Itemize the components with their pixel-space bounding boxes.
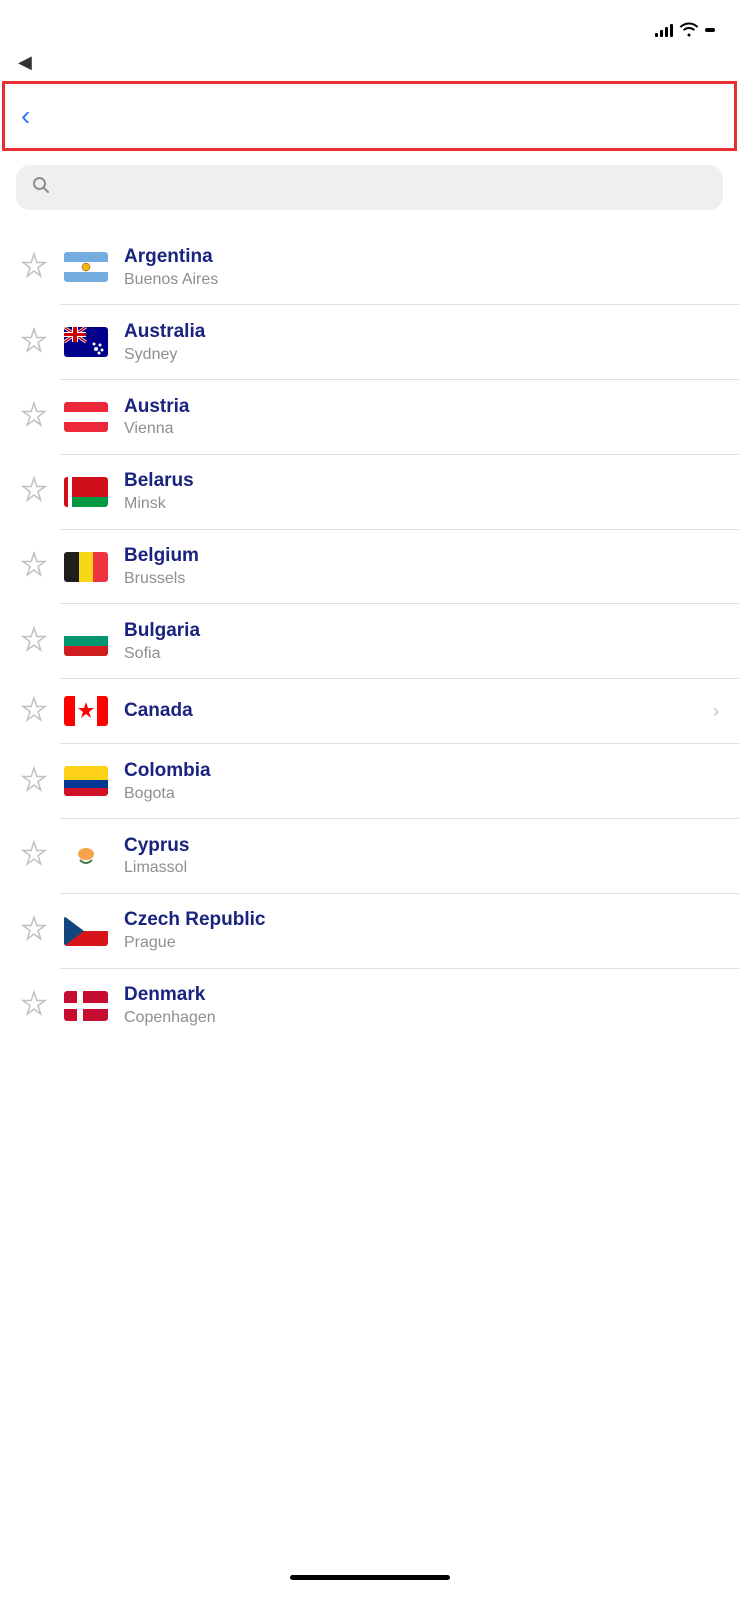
list-item[interactable]: Australia Sydney (0, 305, 739, 380)
favorite-star-icon[interactable] (20, 914, 48, 947)
home-bar (290, 1575, 450, 1580)
list-item[interactable]: Czech Republic Prague (0, 893, 739, 968)
list-item[interactable]: AustriaVienna (0, 380, 739, 455)
country-flag (64, 552, 108, 582)
country-flag (64, 841, 108, 871)
location-name: Australia (124, 321, 719, 344)
signal-icon (655, 23, 673, 37)
wifi-icon (679, 21, 699, 40)
status-bar (0, 0, 739, 52)
favorite-star-icon[interactable] (20, 765, 48, 798)
list-item[interactable]: Canada › (0, 679, 739, 744)
favorite-star-icon[interactable] (20, 475, 48, 508)
country-flag (64, 696, 108, 726)
location-name: Belgium (124, 545, 719, 568)
location-name: Colombia (124, 760, 719, 783)
location-name: Austria (124, 396, 719, 419)
location-text: Denmark Copenhagen (124, 984, 719, 1027)
location-name: Canada (124, 700, 697, 723)
location-text: Australia Sydney (124, 321, 719, 364)
status-icons (655, 21, 715, 40)
list-item[interactable]: Bulgaria Sofia (0, 604, 739, 679)
favorite-star-icon[interactable] (20, 326, 48, 359)
location-name: Denmark (124, 984, 719, 1007)
favorite-star-icon[interactable] (20, 625, 48, 658)
location-text: CyprusLimassol (124, 835, 719, 878)
location-name: Belarus (124, 470, 719, 493)
favorite-star-icon[interactable] (20, 550, 48, 583)
favorite-star-icon[interactable] (20, 989, 48, 1022)
location-name: Cyprus (124, 835, 719, 858)
search-bar[interactable] (16, 165, 723, 210)
location-text: Canada (124, 700, 697, 723)
back-button[interactable]: ‹ (21, 102, 30, 130)
location-text: Czech Republic Prague (124, 909, 719, 952)
location-name: Czech Republic (124, 909, 719, 932)
home-indicator (0, 1559, 739, 1590)
country-flag (64, 626, 108, 656)
country-flag (64, 477, 108, 507)
location-city: Sofia (124, 645, 719, 663)
location-text: Belarus Minsk (124, 470, 719, 513)
page-header: ‹ (2, 81, 737, 151)
list-item[interactable]: Argentina Buenos Aires (0, 230, 739, 305)
location-city: Prague (124, 934, 719, 952)
location-city: Copenhagen (124, 1009, 719, 1027)
list-item[interactable]: Denmark Copenhagen (0, 968, 739, 1043)
location-city: Buenos Aires (124, 271, 719, 289)
location-text: Colombia Bogota (124, 760, 719, 803)
location-city: Minsk (124, 495, 719, 513)
battery-indicator (705, 28, 715, 32)
list-item[interactable]: CyprusLimassol (0, 819, 739, 894)
country-flag (64, 327, 108, 357)
favorite-star-icon[interactable] (20, 695, 48, 728)
favorite-star-icon[interactable] (20, 400, 48, 433)
location-text: AustriaVienna (124, 396, 719, 439)
country-flag (64, 252, 108, 282)
favorite-star-icon[interactable] (20, 251, 48, 284)
app-store-back[interactable]: ◀ (0, 52, 739, 81)
location-text: Bulgaria Sofia (124, 620, 719, 663)
location-city: Sydney (124, 346, 719, 364)
list-item[interactable]: Colombia Bogota (0, 744, 739, 819)
back-arrow-icon: ◀ (18, 52, 32, 73)
location-text: Belgium Brussels (124, 545, 719, 588)
country-flag (64, 991, 108, 1021)
locations-list: Argentina Buenos Aires Australia Sydney Au… (0, 220, 739, 1053)
search-container (0, 151, 739, 220)
location-name: Bulgaria (124, 620, 719, 643)
chevron-right-icon: › (713, 701, 719, 722)
search-icon (32, 176, 50, 199)
location-city: Brussels (124, 570, 719, 588)
country-flag (64, 916, 108, 946)
favorite-star-icon[interactable] (20, 839, 48, 872)
country-flag (64, 766, 108, 796)
list-item[interactable]: Belarus Minsk (0, 454, 739, 529)
country-flag (64, 402, 108, 432)
location-city: Bogota (124, 785, 719, 803)
list-item[interactable]: Belgium Brussels (0, 529, 739, 604)
location-name: Argentina (124, 246, 719, 269)
location-text: Argentina Buenos Aires (124, 246, 719, 289)
location-city: Vienna (124, 420, 719, 438)
location-city: Limassol (124, 859, 719, 877)
